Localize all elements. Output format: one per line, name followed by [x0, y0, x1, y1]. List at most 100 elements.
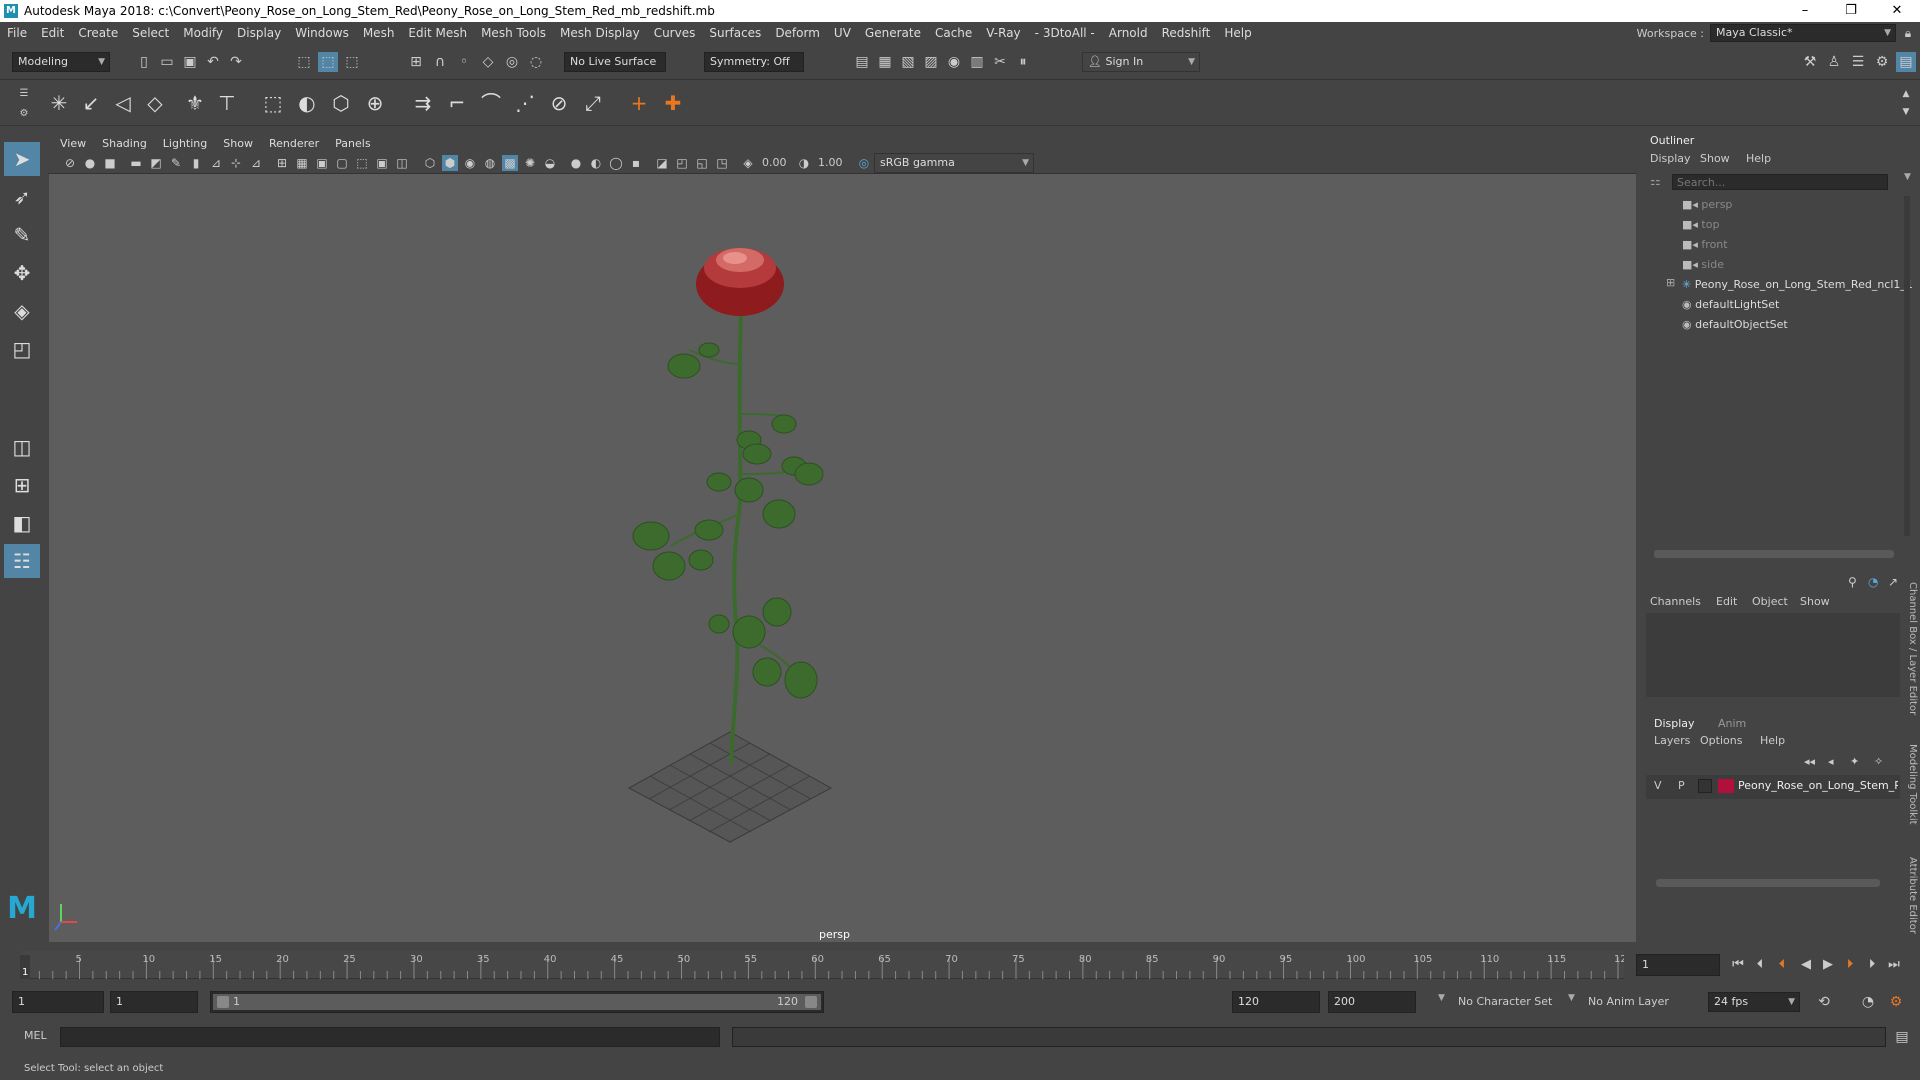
menu-display[interactable]: Display [230, 26, 288, 40]
outliner-horizontal-scrollbar[interactable] [1654, 550, 1894, 558]
shelf-pencil-curve-icon[interactable]: ◁ [108, 88, 138, 118]
scale-tool-icon[interactable]: ◰ [4, 332, 40, 366]
auto-key-icon[interactable]: ◔ [1858, 992, 1878, 1012]
render-region-icon[interactable]: ▥ [967, 52, 987, 72]
outliner-search-input[interactable] [1672, 174, 1888, 190]
save-scene-icon[interactable]: ▣ [180, 52, 200, 72]
go-to-end-icon[interactable]: ⏭ [1884, 955, 1904, 975]
channel-key-icon[interactable]: ⚲ [1848, 575, 1857, 589]
render-settings-icon[interactable]: ▨ [921, 52, 941, 72]
isolate-select-icon[interactable]: ▪ [628, 155, 644, 171]
layer-display-type-toggle[interactable] [1698, 779, 1712, 793]
exposure-icon[interactable]: ◈ [740, 155, 756, 171]
animation-end-field[interactable]: 200 [1328, 991, 1416, 1013]
render-snapshot-icon[interactable]: ✂ [990, 52, 1010, 72]
wireframe-on-shaded-icon[interactable]: ◫ [394, 155, 410, 171]
shelf-skeleton-icon[interactable]: ⚜ [180, 88, 210, 118]
menu-vray[interactable]: V-Ray [979, 26, 1027, 40]
camera-select-icon[interactable]: ⊘ [62, 155, 78, 171]
camera-lock-icon[interactable]: ▮ [188, 155, 204, 171]
sidetab-channel-box[interactable]: Channel Box / Layer Editor [1900, 582, 1918, 716]
chevron-down-icon[interactable]: ▼ [1438, 993, 1445, 1003]
grid-toggle-icon[interactable]: ⊞ [274, 155, 290, 171]
snap-grid-icon[interactable]: ⊞ [406, 52, 426, 72]
menu-cache[interactable]: Cache [928, 26, 979, 40]
hypershade-icon[interactable]: ◉ [944, 52, 964, 72]
menu-set-dropdown[interactable]: Modeling ▼ [12, 52, 110, 72]
range-slider-bar[interactable]: 1 120 [213, 994, 821, 1010]
menu-curves[interactable]: Curves [647, 26, 703, 40]
xray-joints-icon[interactable]: ◪ [654, 155, 670, 171]
loop-icon[interactable]: ⟲ [1814, 992, 1834, 1012]
render-view-icon[interactable]: ▤ [852, 52, 872, 72]
menu-file[interactable]: File [0, 26, 34, 40]
redo-icon[interactable]: ↷ [226, 52, 246, 72]
anim-layer-label[interactable]: No Anim Layer [1588, 995, 1669, 1008]
playback-end-field[interactable]: 120 [1232, 991, 1320, 1013]
lasso-tool-icon[interactable]: ➶ [4, 180, 40, 214]
move-layer-up-icon[interactable]: ◂◂ [1804, 755, 1815, 768]
layout-outliner-icon[interactable]: ☷ [4, 544, 40, 578]
select-object-icon[interactable]: ⬚ [318, 52, 338, 72]
field-chart-icon[interactable]: ▦ [294, 155, 310, 171]
outliner-vertical-scrollbar[interactable] [1904, 196, 1910, 536]
rotate-tool-icon[interactable]: ◈ [4, 294, 40, 328]
gate-mask-icon[interactable]: ⊿ [248, 155, 264, 171]
undo-icon[interactable]: ↶ [203, 52, 223, 72]
outliner-item-rose-group[interactable]: ✳ Peony_Rose_on_Long_Stem_Red_ncl1_1 [1682, 276, 1914, 294]
step-back-key-icon[interactable]: ⏴ [1750, 955, 1770, 975]
shelf-multi-cut-icon[interactable]: ⋰ [510, 88, 540, 118]
shelf-scroll-down-icon[interactable]: ▼ [1896, 102, 1916, 122]
snap-point-icon[interactable]: ◦ [454, 52, 474, 72]
outliner-item-front[interactable]: ■◂ front [1682, 236, 1728, 254]
shelf-bridge-icon[interactable]: ⌒ [476, 88, 506, 118]
step-forward-frame-icon[interactable]: ⏵ [1840, 955, 1860, 975]
layer-visibility-toggle[interactable]: V [1654, 779, 1662, 792]
new-layer-icon[interactable]: ✦ [1850, 755, 1859, 768]
layer-menu-help[interactable]: Help [1760, 734, 1785, 747]
film-gate-icon[interactable]: ⊿ [208, 155, 224, 171]
menu-generate[interactable]: Generate [858, 26, 928, 40]
symmetry-dropdown[interactable]: Symmetry: Off [704, 52, 804, 72]
outliner-item-default-object-set[interactable]: ◉ defaultObjectSet [1682, 316, 1788, 334]
menu-redshift[interactable]: Redshift [1155, 26, 1218, 40]
textured-icon[interactable]: ◉ [462, 155, 478, 171]
close-button[interactable]: ✕ [1874, 0, 1920, 22]
xray-icon[interactable]: ⬡ [422, 155, 438, 171]
gamma-icon[interactable]: ◑ [796, 155, 812, 171]
snap-surface-icon[interactable]: ◎ [502, 52, 522, 72]
outliner-menu-help[interactable]: Help [1746, 152, 1771, 165]
shelf-extrude-icon[interactable]: ⇉ [408, 88, 438, 118]
go-to-start-icon[interactable]: ⏮ [1728, 955, 1748, 975]
menu-arnold[interactable]: Arnold [1102, 26, 1155, 40]
layer-color-swatch[interactable] [1718, 779, 1734, 793]
shelf-poly-cube-icon[interactable]: ⬚ [258, 88, 288, 118]
shelf-pivot-icon[interactable]: + [624, 88, 654, 118]
layer-row[interactable]: V P Peony_Rose_on_Long_Stem_Red [1646, 775, 1900, 799]
menu-surfaces[interactable]: Surfaces [702, 26, 768, 40]
view-transform-dropdown[interactable]: sRGB gamma ▼ [874, 153, 1034, 173]
play-backwards-icon[interactable]: ◀ [1796, 955, 1816, 975]
layer-playback-toggle[interactable]: P [1678, 779, 1685, 792]
shadows-icon[interactable]: ▩ [502, 155, 518, 171]
human-ik-icon[interactable]: ♙ [1824, 52, 1844, 72]
select-tool-icon[interactable]: ➤ [4, 142, 40, 176]
select-hierarchy-icon[interactable]: ⬚ [294, 52, 314, 72]
shelf-poly-sphere-icon[interactable]: ◐ [292, 88, 322, 118]
motion-blur-icon[interactable]: ● [568, 155, 584, 171]
channel-menu-object[interactable]: Object [1752, 595, 1788, 608]
wireframe-icon[interactable]: ⬚ [354, 155, 370, 171]
viewport-menu-renderer[interactable]: Renderer [261, 137, 327, 150]
outliner-item-default-light-set[interactable]: ◉ defaultLightSet [1682, 296, 1779, 314]
render-frame-icon[interactable]: ▦ [875, 52, 895, 72]
layout-four-icon[interactable]: ⊞ [4, 468, 40, 502]
play-forwards-icon[interactable]: ▶ [1818, 955, 1838, 975]
layer-name[interactable]: Peony_Rose_on_Long_Stem_Red [1738, 779, 1898, 792]
viewport-menu-show[interactable]: Show [215, 137, 261, 150]
shelf-menu-icon[interactable]: ☰ [14, 84, 34, 104]
shelf-settings-icon[interactable]: ⚙ [14, 104, 34, 124]
range-end-handle[interactable] [805, 996, 817, 1008]
menu-edit[interactable]: Edit [34, 26, 71, 40]
filter-icon[interactable]: ⚏ [1650, 174, 1661, 188]
minimize-button[interactable]: – [1782, 0, 1828, 22]
